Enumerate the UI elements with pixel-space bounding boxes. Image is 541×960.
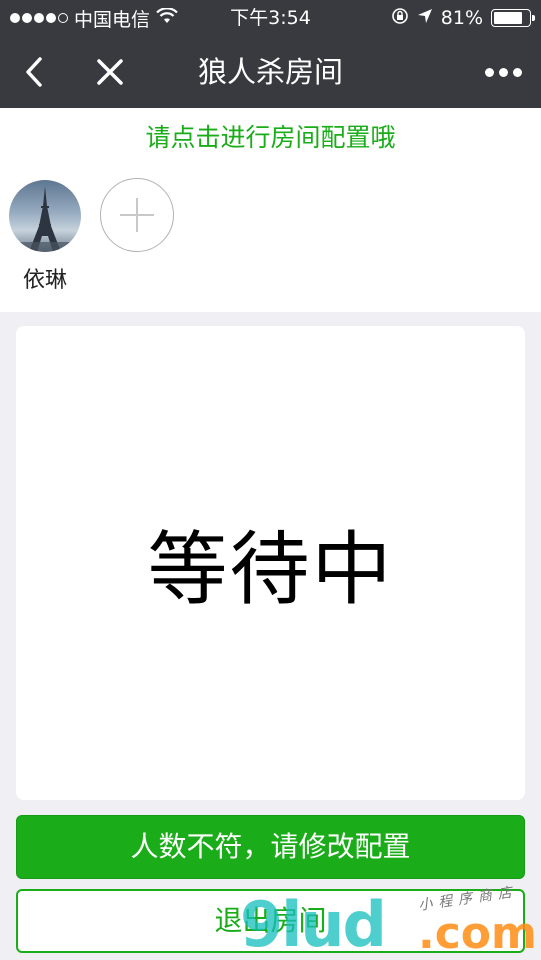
more-dot xyxy=(498,67,508,77)
chevron-left-icon xyxy=(26,57,42,87)
nav-bar: 狼人杀房间 xyxy=(0,36,541,108)
plus-icon xyxy=(120,198,154,232)
room-config-section: 请点击进行房间配置哦 依琳 xyxy=(0,108,541,312)
more-dot xyxy=(512,67,522,77)
close-icon xyxy=(97,59,123,85)
waiting-status-text: 等待中 xyxy=(147,523,394,616)
page-title: 狼人杀房间 xyxy=(197,55,343,89)
battery-icon xyxy=(491,9,535,27)
status-right: 81% xyxy=(391,0,535,36)
player-item[interactable]: 依琳 xyxy=(9,180,81,294)
more-button[interactable] xyxy=(477,50,529,94)
player-name: 依琳 xyxy=(22,268,67,293)
battery-level-fill xyxy=(494,12,522,24)
add-player-button[interactable] xyxy=(100,178,174,252)
config-hint-link[interactable]: 请点击进行房间配置哦 xyxy=(0,118,541,158)
eiffel-tower-icon xyxy=(9,186,81,252)
battery-percent: 81% xyxy=(440,7,483,29)
more-dot xyxy=(484,67,494,77)
modify-config-button[interactable]: 人数不符，请修改配置 xyxy=(16,815,525,879)
rotation-lock-icon xyxy=(391,7,409,30)
avatar xyxy=(9,180,81,252)
close-button[interactable] xyxy=(88,50,132,94)
back-button[interactable] xyxy=(12,50,56,94)
waiting-card: 等待中 xyxy=(16,326,525,800)
exit-room-button[interactable]: 退出房间 xyxy=(16,889,525,953)
status-bar: 中国电信 下午3:54 81% xyxy=(0,0,541,36)
location-arrow-icon xyxy=(417,7,433,29)
